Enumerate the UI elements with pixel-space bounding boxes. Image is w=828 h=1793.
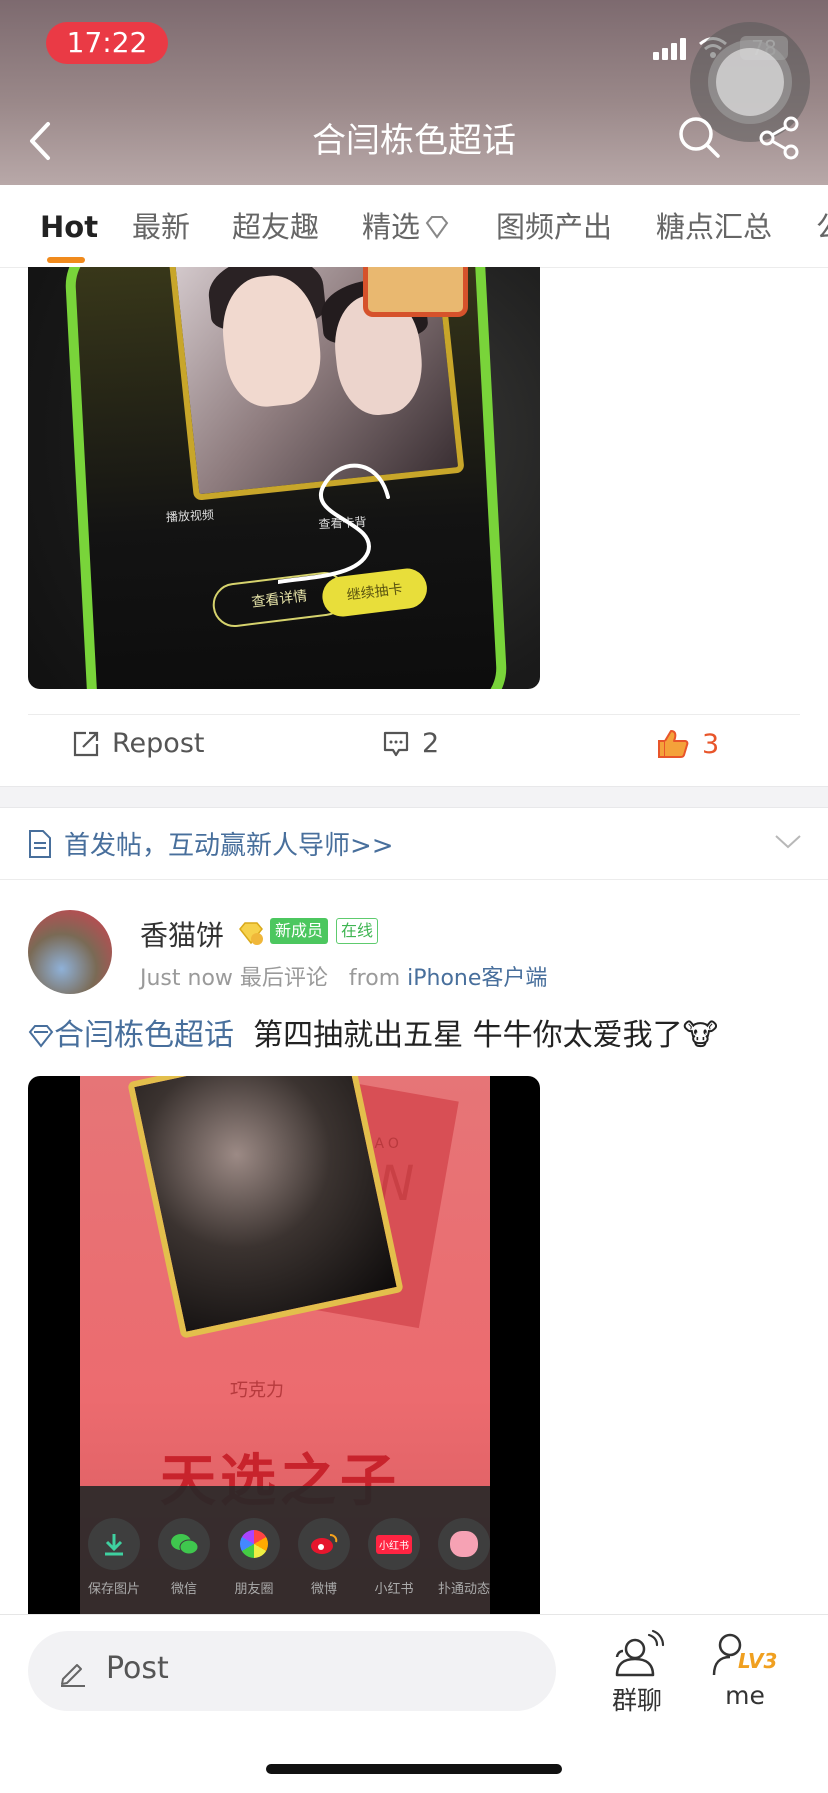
topic-link[interactable]: 合闫栋色超话 [28, 1018, 244, 1053]
me-icon-wrap: LV3 [710, 1629, 780, 1679]
level-badge: LV3 [738, 1649, 778, 1673]
post-input-label: Post [106, 1651, 169, 1686]
photo-brand-text: 巧克力 [230, 1380, 284, 1401]
post-actions: Repost 2 3 [0, 716, 828, 786]
vip-diamond-icon [239, 922, 263, 945]
me-button[interactable]: LV3 me [700, 1629, 790, 1710]
avatar[interactable] [28, 910, 112, 994]
status-time: 17:22 [46, 22, 168, 64]
post-text: 合闫栋色超话 第四抽就出五星 牛牛你太爱我了🐮 [28, 1016, 808, 1056]
repost-button[interactable]: Repost [72, 728, 204, 759]
repost-label: Repost [112, 728, 205, 759]
share-label: 小红书 [374, 1582, 414, 1597]
weibo-icon [298, 1518, 350, 1570]
share-label: 微信 [170, 1582, 197, 1597]
share-label: 朋友圈 [234, 1582, 274, 1597]
post-time: Just now [140, 966, 233, 991]
post-image[interactable]: HAO YAN 巧克力 天选之子 保存图片 微信 朋友圈 [28, 1076, 540, 1614]
from-prefix: from [348, 966, 401, 991]
repost-icon [73, 731, 99, 756]
tab-hot[interactable]: Hot [40, 207, 98, 247]
putong-face-icon [450, 1531, 478, 1557]
post-meta: Just now 最后评论 from iPhone客户端 [140, 960, 547, 992]
client-link[interactable]: iPhone客户端 [407, 966, 547, 991]
tab-fan-works[interactable]: 图频产出 [496, 207, 612, 247]
wechat-bubble-icon [171, 1534, 199, 1555]
comment-icon [383, 731, 409, 756]
topic-label: 合闫栋色超话 [54, 1018, 234, 1053]
active-tab-indicator [47, 257, 85, 263]
share-label: 扑通动态 [437, 1582, 490, 1597]
comment-button[interactable]: 2 [382, 728, 439, 759]
last-comment-label: 最后评论 [239, 966, 328, 991]
tab-featured-label: 精选 [362, 210, 421, 244]
post-body: 第四抽就出五星 牛牛你太爱我了🐮 [253, 1018, 719, 1053]
share-icon[interactable] [756, 114, 804, 162]
cellular-signal-icon [653, 36, 686, 60]
tab-more[interactable]: 公 [816, 207, 828, 247]
share-save-image: 保存图片 [84, 1518, 144, 1597]
featured-diamond-icon [425, 216, 449, 239]
weibo-logo-icon [311, 1534, 338, 1554]
chevron-down-icon[interactable] [774, 833, 802, 851]
tab-featured[interactable]: 精选 [362, 207, 452, 247]
download-arrow-icon [105, 1534, 123, 1556]
putong-icon [438, 1518, 490, 1570]
me-label: me [725, 1681, 765, 1710]
xiaohongshu-icon: 小红书 [368, 1518, 420, 1570]
photo-background: HAO YAN 巧克力 天选之子 保存图片 微信 朋友圈 [80, 1076, 490, 1614]
post-image[interactable]: 播放视频 查看卡背 查看详情 继续抽卡 [28, 267, 540, 689]
moments-aperture-icon [240, 1530, 268, 1558]
header-bar: 17:22 78 合闫栋色超话 [0, 0, 828, 185]
moments-icon [228, 1518, 280, 1570]
tab-sugar-summary[interactable]: 糖点汇总 [656, 207, 772, 247]
group-chat-button[interactable]: 群聊 [592, 1629, 682, 1717]
group-chat-label: 群聊 [611, 1686, 662, 1715]
photo-sticker [363, 267, 468, 317]
tab-super-fun[interactable]: 超友趣 [232, 207, 319, 247]
search-icon[interactable] [676, 114, 724, 162]
xiaohongshu-logo-text: 小红书 [376, 1534, 412, 1554]
share-label: 微博 [310, 1582, 337, 1597]
group-chat-icon [615, 1629, 665, 1677]
username[interactable]: 香猫饼 [140, 914, 224, 954]
new-member-badge: 新成员 [270, 918, 329, 944]
tab-bar: Hot 最新 超友趣 精选 图频产出 糖点汇总 公 [0, 185, 828, 268]
notice-banner[interactable]: 首发帖，互动赢新人导师>> [0, 807, 828, 880]
like-button[interactable]: 3 [656, 728, 719, 760]
download-icon [88, 1518, 140, 1570]
pencil-icon [61, 1664, 85, 1687]
like-count: 3 [702, 728, 720, 760]
comment-count: 2 [422, 728, 440, 759]
online-badge: 在线 [336, 918, 379, 944]
post-input[interactable]: Post [28, 1631, 556, 1711]
share-weibo: 微博 [294, 1518, 354, 1597]
section-divider [0, 786, 828, 808]
share-panel: 保存图片 微信 朋友圈 微博 小红书 小红书 扑通动态 [80, 1486, 490, 1614]
share-xiaohongshu: 小红书 小红书 [364, 1518, 424, 1597]
photo-play-text: 播放视频 [165, 507, 215, 525]
share-label: 保存图片 [87, 1582, 140, 1597]
tab-latest[interactable]: 最新 [132, 207, 190, 247]
wechat-icon [158, 1518, 210, 1570]
divider [28, 714, 800, 715]
topic-diamond-icon [28, 1025, 54, 1048]
share-putong: 扑通动态 [434, 1518, 494, 1597]
share-moments: 朋友圈 [224, 1518, 284, 1597]
notice-text: 首发帖，互动赢新人导师>> [64, 831, 394, 861]
photo-scribble [278, 463, 390, 584]
photo-card [127, 1076, 404, 1339]
thumbs-up-icon [658, 730, 689, 758]
home-indicator[interactable] [266, 1764, 562, 1774]
document-icon [29, 830, 51, 858]
share-wechat: 微信 [154, 1518, 214, 1597]
